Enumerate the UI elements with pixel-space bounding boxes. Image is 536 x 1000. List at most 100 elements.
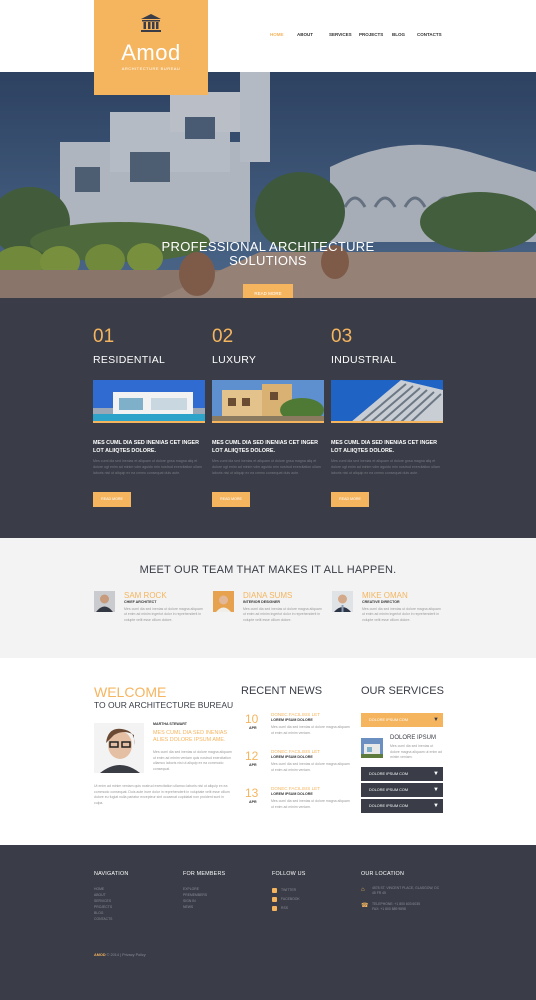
chevron-down-icon: ▼ bbox=[433, 717, 439, 723]
welcome-quote: MES CUML DIA SED INENIAS ALIES DOLORE IP… bbox=[153, 730, 228, 743]
page: HOME ABOUT SERVICES PROJECTS BLOG CONTAC… bbox=[0, 0, 536, 1000]
welcome-subtitle: TO OUR ARCHITECTURE BUREAU bbox=[94, 700, 234, 710]
feature-read-more-button[interactable]: READ MORE bbox=[93, 492, 131, 507]
avatar[interactable] bbox=[332, 591, 353, 612]
hero-read-more-button[interactable]: READ MORE bbox=[243, 284, 293, 298]
footer-location: OUR LOCATION ⌂ 4578 ST. VINCENT PLACE, GL… bbox=[361, 871, 441, 918]
avatar[interactable] bbox=[94, 591, 115, 612]
nav-item-home[interactable]: HOME bbox=[270, 32, 297, 40]
feature-text: Mes cuml dia sed inenias et aliquam ut d… bbox=[93, 459, 202, 475]
bank-icon bbox=[141, 14, 161, 32]
feature-number: 01 bbox=[93, 326, 115, 347]
copyright: AMOD © 2014 | Privacy Policy bbox=[94, 953, 146, 957]
news-subtitle: LOREM IPSUM DOLORE bbox=[271, 755, 313, 759]
news-heading-link[interactable]: DONEC FACILISIS LET bbox=[271, 749, 320, 754]
news-day: 10 bbox=[245, 712, 259, 726]
accordion-item[interactable]: DOLORE IPSUM COM ▼ bbox=[361, 783, 443, 797]
nav-item-projects[interactable]: PROJECTS bbox=[359, 32, 392, 40]
feature-read-more-button[interactable]: READ MORE bbox=[331, 492, 369, 507]
avatar[interactable] bbox=[213, 591, 234, 612]
member-name: SAM ROCK bbox=[124, 591, 167, 600]
news-text: Mes cuml dia sed inenias ut dolore magna… bbox=[271, 762, 350, 772]
news-subtitle: LOREM IPSUM DOLORE bbox=[271, 792, 313, 796]
fax-text: FAX: +1 800 889 9898 bbox=[372, 907, 406, 911]
member-role: CHIEF ARCHITECT bbox=[124, 600, 157, 604]
feature-number: 02 bbox=[212, 326, 234, 347]
footer: NAVIGATION HOME ABOUT SERVICES PROJECTS … bbox=[0, 845, 536, 1000]
member-bio: Mes cuml dia sed inenias ut dolore magna… bbox=[362, 607, 441, 622]
news-text: Mes cuml dia sed inenias ut dolore magna… bbox=[271, 799, 350, 809]
feature-text: Mes cuml dia sed inenias et aliquam ut d… bbox=[331, 459, 440, 475]
welcome-photo bbox=[94, 723, 144, 773]
rss-link[interactable]: RSS bbox=[272, 904, 306, 913]
feature-subtitle: MES CUML DIA SED INENIAS CET INGER LOT A… bbox=[331, 440, 438, 454]
news-heading-link[interactable]: DONEC FACILISIS LET bbox=[271, 786, 320, 791]
copyright-text[interactable]: © 2014 | Privacy Policy bbox=[107, 953, 146, 957]
member-bio: Mes cuml dia sed inenias ut dolore magna… bbox=[124, 607, 203, 622]
feature-accent-bar bbox=[212, 421, 324, 423]
nav-item-blog[interactable]: BLOG bbox=[392, 32, 417, 40]
news-month: APR bbox=[249, 726, 257, 730]
feature-title: RESIDENTIAL bbox=[93, 354, 166, 366]
social-label: RSS bbox=[281, 906, 288, 910]
news-day: 12 bbox=[245, 749, 259, 763]
logo[interactable]: Amod ARCHITECTURE BUREAU bbox=[94, 0, 208, 95]
news-day: 13 bbox=[245, 786, 259, 800]
news-month: APR bbox=[249, 763, 257, 767]
service-heading: DOLORE IPSUM bbox=[390, 735, 437, 741]
accordion-item-open[interactable]: DOLORE IPSUM COM ▼ bbox=[361, 713, 443, 727]
phone-icon: ☎ bbox=[361, 903, 369, 909]
service-image bbox=[361, 738, 383, 758]
news-heading-link[interactable]: DONEC FACILISIS LET bbox=[271, 712, 320, 717]
accordion-item[interactable]: DOLORE IPSUM COM ▼ bbox=[361, 767, 443, 781]
news-subtitle: LOREM IPSUM DOLORE bbox=[271, 718, 313, 722]
hero-title-line1: PROFESSIONAL ARCHITECTURE bbox=[161, 239, 375, 254]
logo-name: Amod bbox=[121, 40, 181, 65]
nav-item-services[interactable]: SERVICES bbox=[329, 32, 359, 40]
feature-image[interactable] bbox=[212, 380, 324, 422]
feature-title: LUXURY bbox=[212, 354, 257, 366]
social-label: TWITTER bbox=[281, 888, 297, 892]
news-text: Mes cuml dia sed inenias ut dolore magna… bbox=[271, 725, 350, 735]
rss-icon bbox=[272, 906, 277, 911]
accordion-item[interactable]: DOLORE IPSUM COM ▼ bbox=[361, 799, 443, 813]
footer-follow: FOLLOW US TWITTER FACEBOOK RSS bbox=[272, 871, 306, 913]
member-name: MIKE OMAN bbox=[362, 591, 408, 600]
feature-accent-bar bbox=[93, 421, 205, 423]
footer-heading: OUR LOCATION bbox=[361, 871, 405, 877]
feature-text: Mes cuml dia sed inenias et aliquam ut d… bbox=[212, 459, 321, 475]
logo-tagline: ARCHITECTURE BUREAU bbox=[121, 66, 181, 71]
twitter-link[interactable]: TWITTER bbox=[272, 886, 306, 895]
member-bio: Mes cuml dia sed inenias ut dolore magna… bbox=[243, 607, 322, 622]
chevron-down-icon: ▼ bbox=[433, 787, 439, 793]
nav-item-about[interactable]: ABOUT bbox=[297, 32, 329, 40]
feature-title: INDUSTRIAL bbox=[331, 354, 397, 366]
facebook-link[interactable]: FACEBOOK bbox=[272, 895, 306, 904]
feature-read-more-button[interactable]: READ MORE bbox=[212, 492, 250, 507]
feature-image[interactable] bbox=[331, 380, 443, 422]
accordion-label: DOLORE IPSUM COM bbox=[369, 804, 409, 808]
phone-text: TELEPHONE: +1 800 603 6035 bbox=[372, 902, 420, 906]
footer-link[interactable]: NEWS bbox=[183, 904, 225, 910]
nav-item-contacts[interactable]: CONTACTS bbox=[417, 32, 447, 40]
features-section: 01 RESIDENTIAL MES CUML DIA SED INENIAS … bbox=[0, 298, 536, 538]
feature-subtitle: MES CUML DIA SED INENIAS CET INGER LOT A… bbox=[93, 440, 200, 454]
service-text: Mes cuml dia sed inenias ut dolore magna… bbox=[390, 744, 442, 760]
contacts: ☎ TELEPHONE: +1 800 603 6035 FAX: +1 800 8… bbox=[361, 902, 441, 912]
hero-title: PROFESSIONAL ARCHITECTURE SOLUTIONS bbox=[0, 240, 536, 268]
hero-title-line2: SOLUTIONS bbox=[229, 253, 307, 268]
welcome-text: Ut enim ad minim veniam quis nostrud exe… bbox=[94, 784, 230, 805]
footer-heading: FOLLOW US bbox=[272, 871, 306, 877]
feature-image[interactable] bbox=[93, 380, 205, 422]
feature-accent-bar bbox=[331, 421, 443, 423]
member-name: DIANA SUMS bbox=[243, 591, 293, 600]
footer-navigation: NAVIGATION HOME ABOUT SERVICES PROJECTS … bbox=[94, 871, 128, 922]
welcome-title: WELCOME bbox=[94, 684, 167, 700]
footer-heading: FOR MEMBERS bbox=[183, 871, 226, 877]
footer-link[interactable]: CONTACTS bbox=[94, 916, 128, 922]
accordion-label: DOLORE IPSUM COM bbox=[369, 788, 409, 792]
home-icon: ⌂ bbox=[361, 887, 365, 893]
welcome-text: Mes cuml dia sed inenias ut dolore magna… bbox=[153, 750, 232, 771]
team-section: MEET OUR TEAM THAT MAKES IT ALL HAPPEN. … bbox=[0, 538, 536, 658]
header: HOME ABOUT SERVICES PROJECTS BLOG CONTAC… bbox=[0, 0, 536, 72]
